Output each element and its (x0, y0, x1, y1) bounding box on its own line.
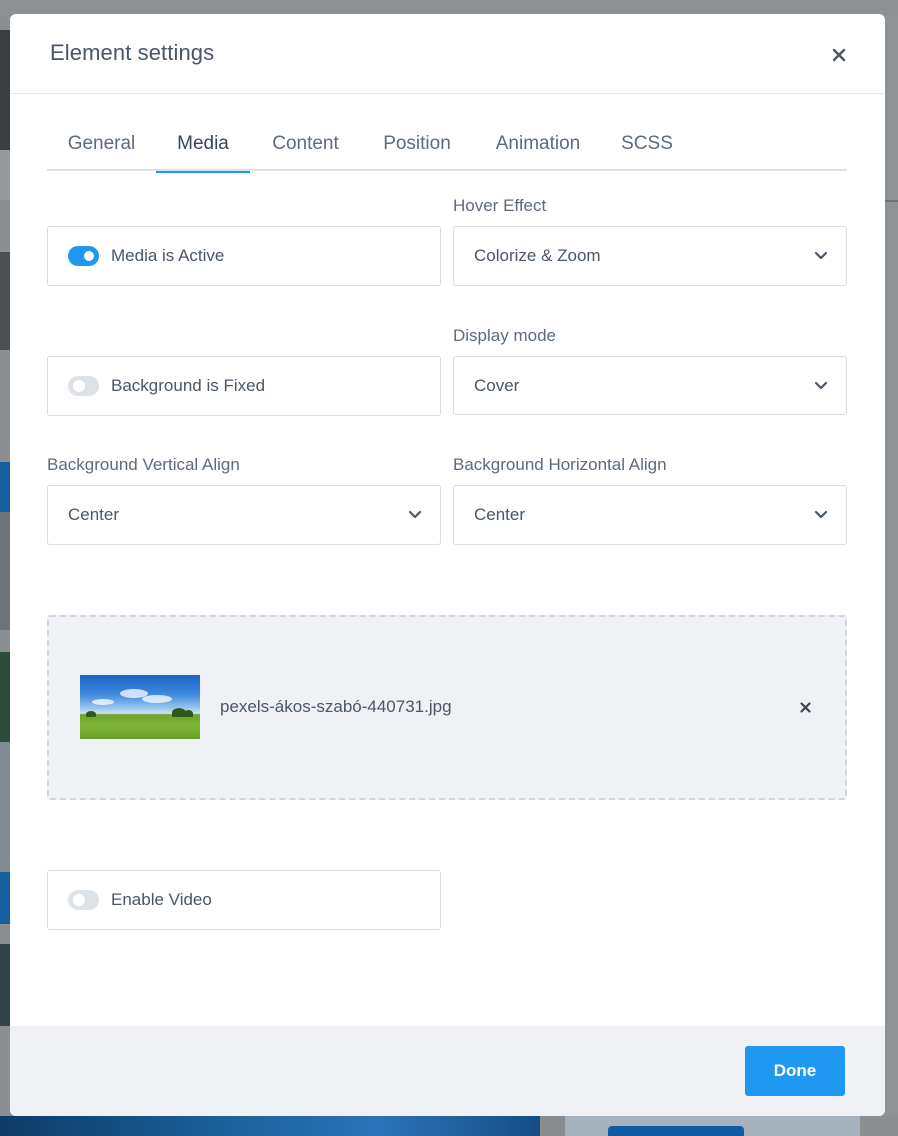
chevron-down-icon (814, 510, 828, 519)
tab-label: SCSS (621, 133, 673, 154)
backdrop-edge-image (0, 30, 10, 150)
backdrop-edge-button (0, 872, 10, 924)
tab-label: General (67, 133, 136, 154)
settings-tabs: General Media Content Position Animation… (47, 124, 847, 173)
chevron-down-icon (814, 251, 828, 260)
close-button[interactable] (826, 42, 852, 68)
tab-label: Animation (495, 133, 581, 154)
background-fixed-label: Background is Fixed (111, 376, 266, 395)
close-icon (832, 48, 846, 62)
done-button[interactable]: Done (745, 1046, 845, 1096)
backdrop-hero-image (0, 1116, 540, 1136)
tab-position[interactable]: Position (361, 124, 473, 171)
media-active-toggle[interactable] (68, 246, 99, 266)
toggle-knob (73, 894, 85, 906)
toggle-knob (73, 380, 85, 392)
modal-title: Element settings (50, 40, 215, 65)
tab-animation[interactable]: Animation (473, 124, 603, 171)
modal-header: Element settings (10, 14, 885, 94)
backdrop-right-panel (885, 14, 898, 1116)
tab-content[interactable]: Content (250, 124, 361, 171)
hover-effect-value: Colorize & Zoom (474, 246, 601, 265)
backdrop-margin (860, 1116, 898, 1136)
hover-effect-label: Hover Effect (453, 196, 547, 215)
background-fixed-field: Background is Fixed (47, 356, 441, 416)
media-active-field: Media is Active (47, 226, 441, 286)
media-dropzone[interactable]: pexels-ákos-szabó-440731.jpg (47, 615, 847, 800)
backdrop-gap (540, 1116, 565, 1136)
bg-horizontal-align-value: Center (474, 505, 526, 524)
tab-scss[interactable]: SCSS (603, 124, 691, 171)
element-settings-modal: Element settings General Media Content P… (10, 14, 885, 1116)
tab-media[interactable]: Media (156, 124, 250, 173)
hover-effect-select[interactable]: Colorize & Zoom (453, 226, 847, 286)
tab-label: Content (272, 133, 339, 154)
tab-label: Position (383, 133, 451, 154)
backdrop-button (608, 1126, 744, 1136)
enable-video-toggle[interactable] (68, 890, 99, 910)
background-fixed-toggle[interactable] (68, 376, 99, 396)
bg-horizontal-align-select[interactable]: Center (453, 485, 847, 545)
display-mode-label: Display mode (453, 326, 556, 345)
image-thumbnail (80, 675, 200, 739)
backdrop-edge-image (0, 512, 10, 630)
backdrop-edge-panel (0, 742, 10, 872)
backdrop-divider (885, 200, 898, 202)
backdrop-edge-panel (0, 150, 10, 200)
chevron-down-icon (408, 510, 422, 519)
backdrop-topbar (0, 0, 898, 14)
file-name: pexels-ákos-szabó-440731.jpg (220, 697, 452, 716)
backdrop-edge-image (0, 252, 10, 350)
bg-vertical-align-select[interactable]: Center (47, 485, 441, 545)
media-active-label: Media is Active (111, 246, 225, 265)
bg-vertical-align-value: Center (68, 505, 120, 524)
backdrop-edge-image (0, 652, 10, 742)
modal-footer: Done (10, 1026, 885, 1116)
enable-video-field: Enable Video (47, 870, 441, 930)
tab-general[interactable]: General (47, 124, 156, 171)
bg-horizontal-align-label: Background Horizontal Align (453, 455, 667, 474)
tab-label: Media (177, 133, 229, 154)
backdrop-edge-image (0, 944, 10, 1026)
enable-video-label: Enable Video (111, 890, 212, 909)
backdrop-edge-button (0, 462, 10, 512)
display-mode-select[interactable]: Cover (453, 356, 847, 415)
remove-file-button[interactable] (795, 697, 815, 717)
display-mode-value: Cover (474, 376, 520, 395)
chevron-down-icon (814, 381, 828, 390)
bg-vertical-align-label: Background Vertical Align (47, 455, 240, 474)
close-icon (799, 701, 811, 713)
toggle-knob (84, 251, 94, 261)
